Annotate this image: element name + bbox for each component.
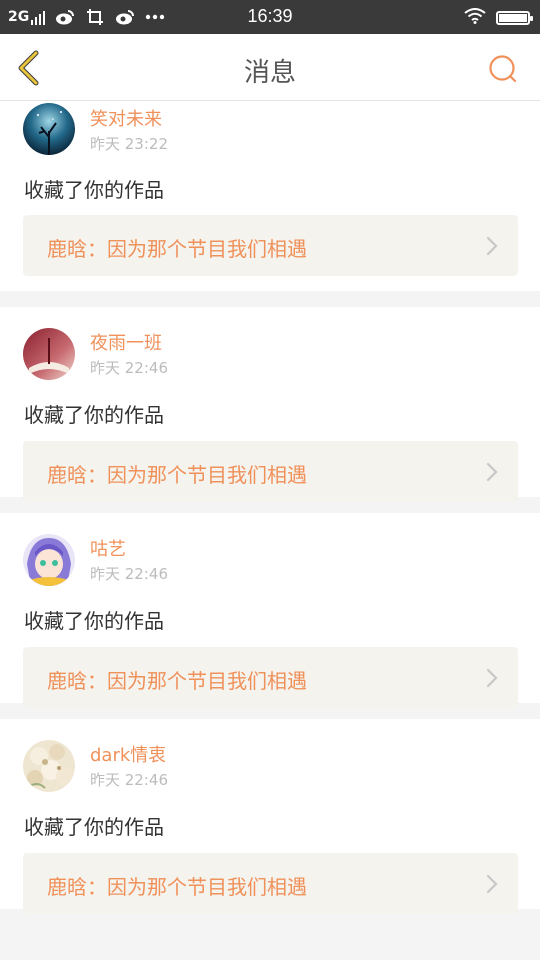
work-title: 鹿晗：因为那个节目我们相遇 [47,875,307,899]
message-list: 笑对未来 昨天 23:22 收藏了你的作品 鹿晗：因为那个节目我们相遇 夜雨一班… [0,101,540,925]
message-card: 咕艺 昨天 22:46 收藏了你的作品 鹿晗：因为那个节目我们相遇 [0,513,540,708]
search-icon[interactable] [488,54,518,84]
message-time: 昨天 23:22 [90,135,168,153]
avatar[interactable] [23,740,75,792]
message-action: 收藏了你的作品 [24,815,164,839]
message-card: dark情衷 昨天 22:46 收藏了你的作品 鹿晗：因为那个节目我们相遇 [0,719,540,914]
clock: 16:39 [247,6,293,26]
battery-level [499,14,527,22]
work-title: 鹿晗：因为那个节目我们相遇 [47,463,307,487]
work-link[interactable]: 鹿晗：因为那个节目我们相遇 [23,441,518,502]
work-link[interactable]: 鹿晗：因为那个节目我们相遇 [23,215,518,276]
wifi-icon [464,8,486,28]
nav-header: 消息 [0,34,540,101]
avatar[interactable] [23,103,75,155]
message-action: 收藏了你的作品 [24,178,164,202]
work-link[interactable]: 鹿晗：因为那个节目我们相遇 [23,647,518,708]
user-name[interactable]: 夜雨一班 [90,329,162,355]
user-name[interactable]: 笑对未来 [90,105,162,131]
user-name[interactable]: 咕艺 [90,535,126,561]
chevron-right-icon [486,236,498,256]
message-time: 昨天 22:46 [90,771,168,789]
message-time: 昨天 22:46 [90,565,168,583]
battery-icon [496,11,533,25]
work-title: 鹿晗：因为那个节目我们相遇 [47,669,307,693]
avatar[interactable] [23,534,75,586]
message-card: 笑对未来 昨天 23:22 收藏了你的作品 鹿晗：因为那个节目我们相遇 [0,101,540,291]
page-title: 消息 [243,58,296,88]
message-card: 夜雨一班 昨天 22:46 收藏了你的作品 鹿晗：因为那个节目我们相遇 [0,307,540,502]
chevron-right-icon [486,874,498,894]
avatar[interactable] [23,328,75,380]
chevron-right-icon [486,462,498,482]
user-name[interactable]: dark情衷 [90,741,166,767]
chevron-right-icon [486,668,498,688]
message-time: 昨天 22:46 [90,359,168,377]
message-action: 收藏了你的作品 [24,609,164,633]
work-title: 鹿晗：因为那个节目我们相遇 [47,237,307,261]
work-link[interactable]: 鹿晗：因为那个节目我们相遇 [23,853,518,914]
message-action: 收藏了你的作品 [24,403,164,427]
status-bar: 2G 16:39 [0,0,540,34]
